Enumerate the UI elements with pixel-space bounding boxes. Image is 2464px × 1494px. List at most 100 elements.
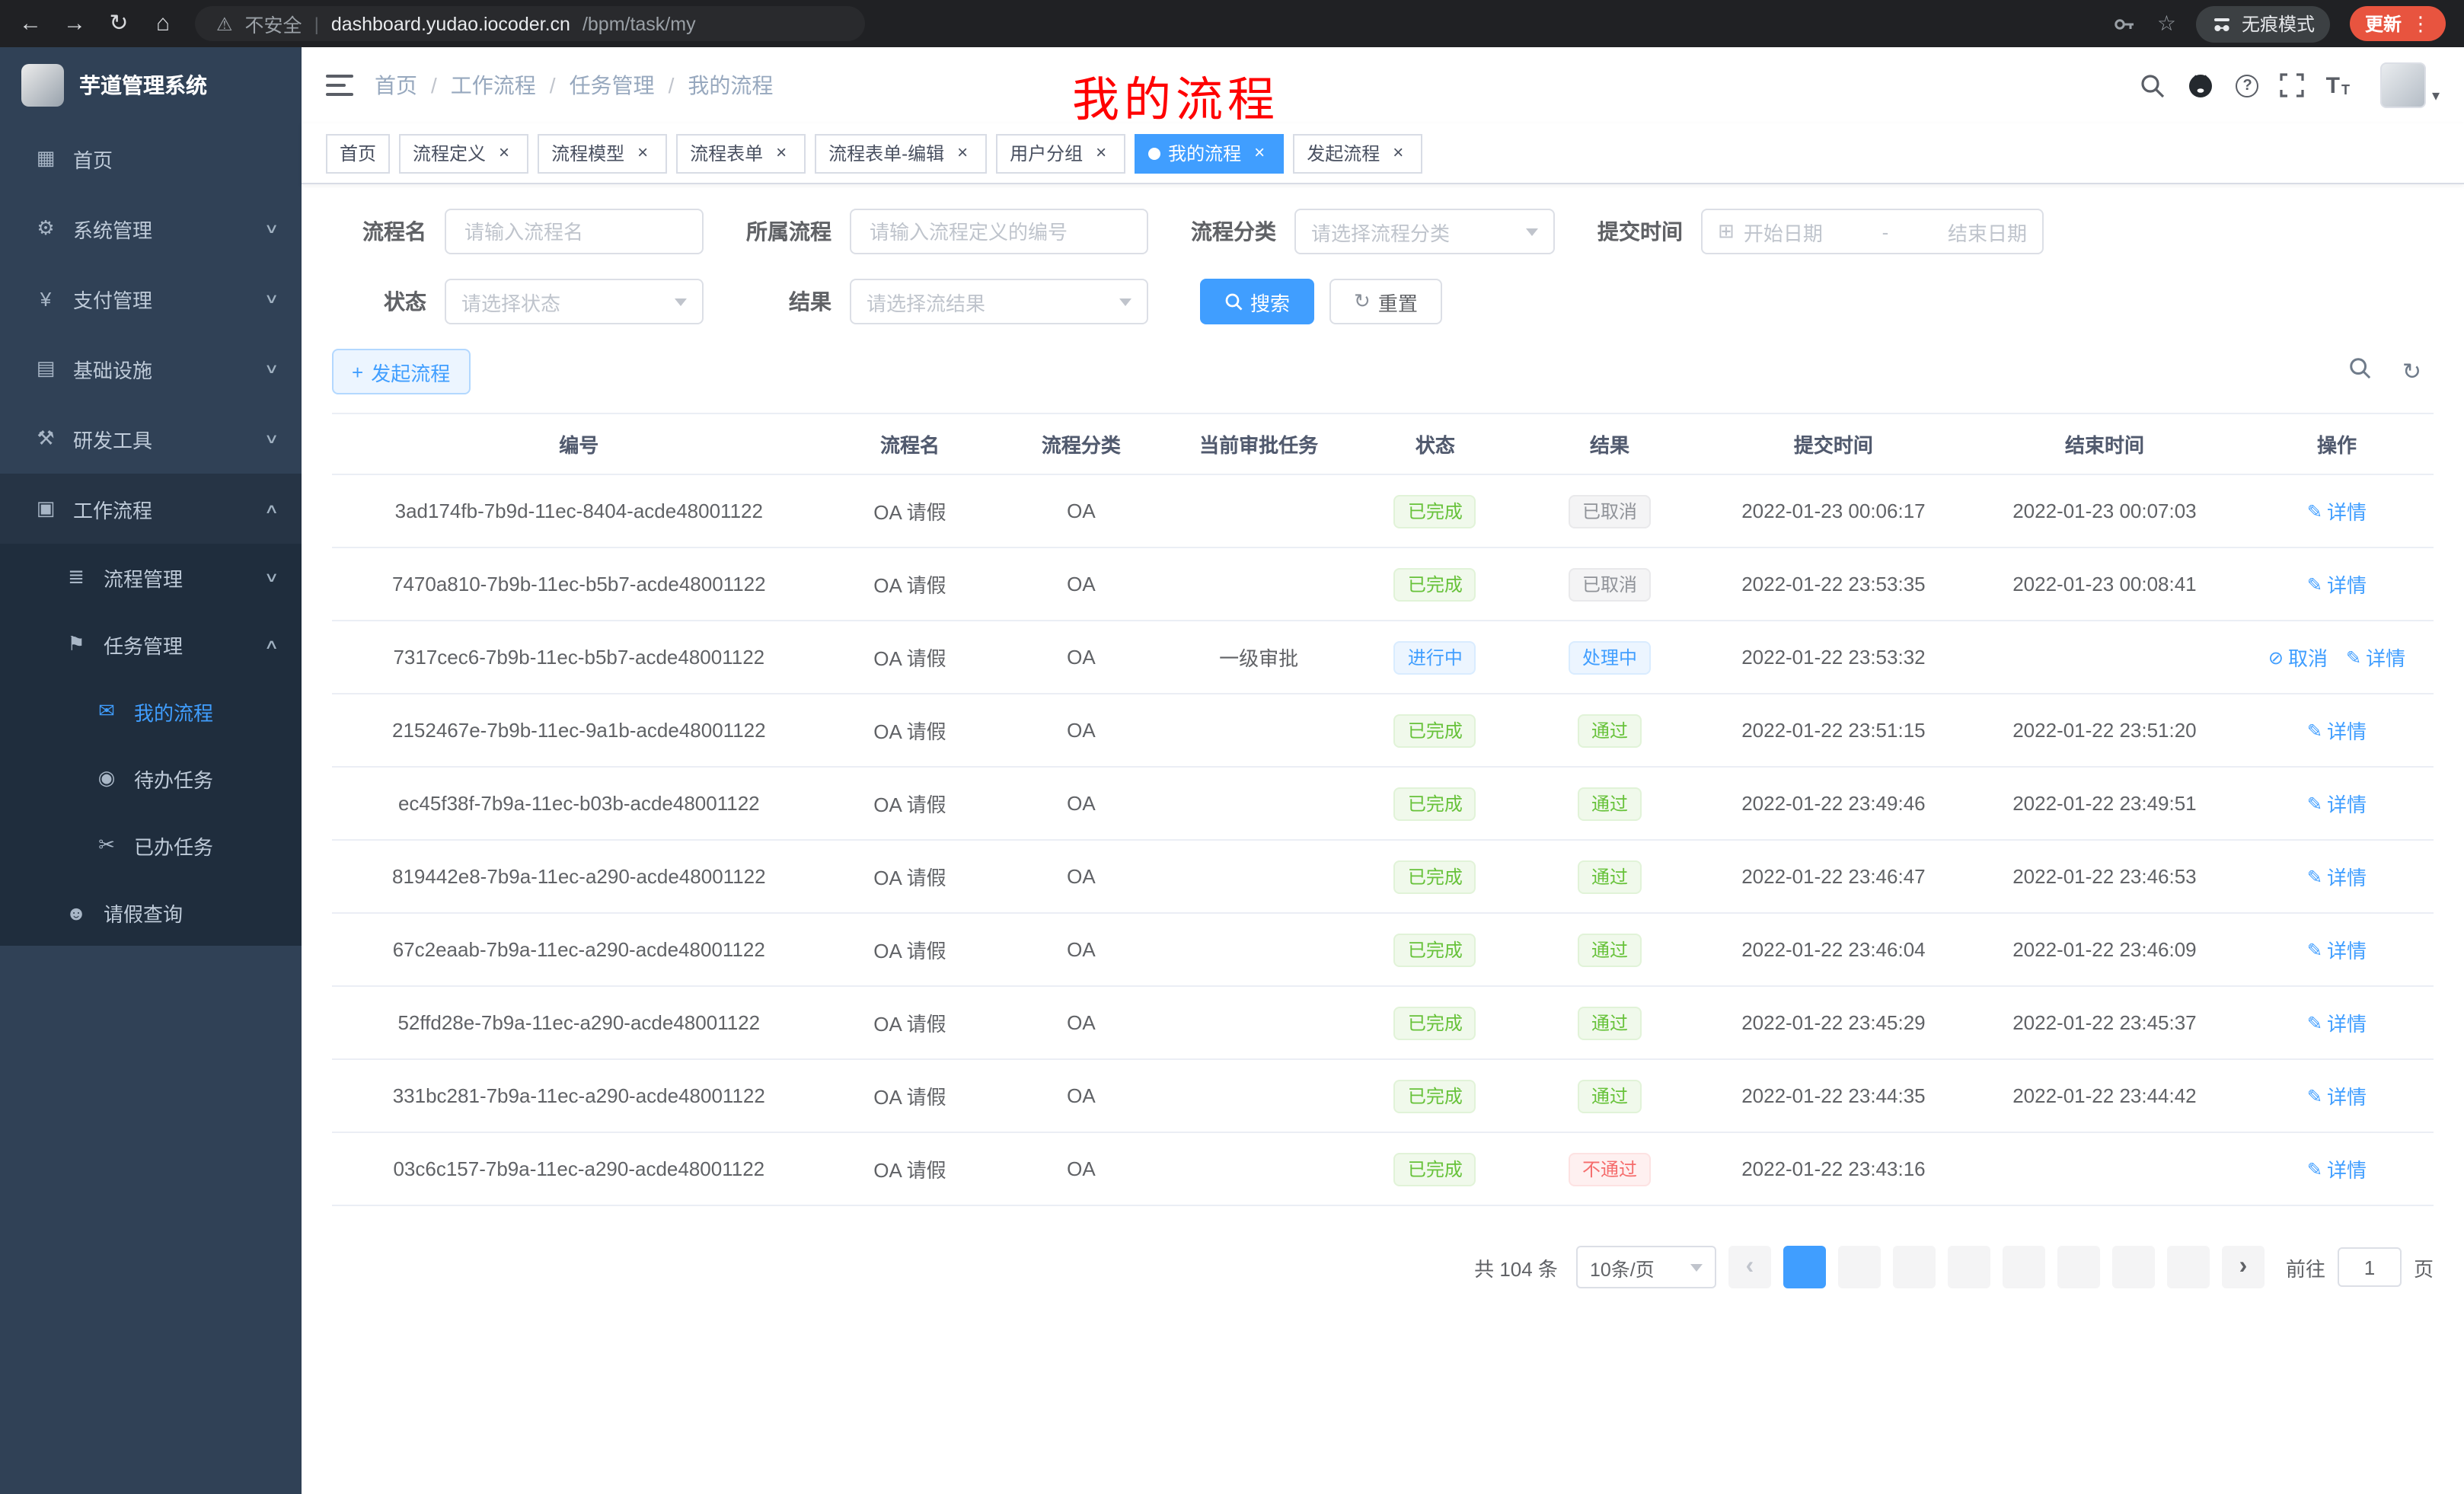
cell-result: 已取消 [1521, 547, 1698, 621]
process-name-input[interactable] [445, 209, 704, 254]
page-button[interactable] [1783, 1246, 1826, 1288]
browser-back-icon[interactable]: ← [18, 12, 43, 35]
cell-current-task[interactable]: 一级审批 [1168, 621, 1348, 694]
cell-name: OA 请假 [826, 621, 994, 694]
breadcrumb-item[interactable]: 首页 / [375, 70, 437, 101]
process-def-input[interactable] [850, 209, 1148, 254]
tab-home[interactable]: 首页 [326, 133, 390, 173]
tab-my-process[interactable]: 我的流程 × [1135, 133, 1284, 173]
more-pages-button[interactable] [2112, 1246, 2155, 1288]
help-icon[interactable]: ? [2236, 74, 2259, 97]
sidebar-item-payment[interactable]: ¥ 支付管理 ∨ [0, 263, 302, 334]
user-menu[interactable]: ▾ [2380, 62, 2440, 108]
page-button[interactable] [1893, 1246, 1936, 1288]
category-select[interactable]: 请选择流程分类 [1294, 209, 1555, 254]
search-toggle-icon[interactable] [2349, 356, 2372, 387]
cell-actions: ✎详情 [2240, 1132, 2434, 1205]
tabs-bar: 首页 流程定义 × 流程模型 × 流程表单 × 流程表单-编辑 × 用户分组 ×… [302, 123, 2464, 184]
breadcrumb-item[interactable]: 工作流程 / [451, 70, 556, 101]
search-button[interactable]: 搜索 [1200, 279, 1314, 324]
prev-page-button[interactable]: ‹ [1728, 1246, 1771, 1288]
sidebar-item-task-manage[interactable]: ⚑ 任务管理 ∧ [0, 611, 302, 678]
result-select[interactable]: 请选择流结果 [850, 279, 1148, 324]
close-icon[interactable]: × [1249, 142, 1270, 164]
sidebar-item-dev-tools[interactable]: ⚒ 研发工具 ∨ [0, 404, 302, 474]
search-icon[interactable] [2140, 72, 2166, 98]
refresh-table-icon[interactable]: ↻ [2402, 358, 2421, 385]
detail-link[interactable]: ✎详情 [2307, 716, 2367, 745]
close-icon[interactable]: × [493, 142, 515, 164]
page-button[interactable] [2057, 1246, 2100, 1288]
sidebar-item-workflow[interactable]: ▣ 工作流程 ∧ [0, 474, 302, 544]
tab-process-definition[interactable]: 流程定义 × [399, 133, 528, 173]
sidebar-toggle-icon[interactable] [326, 75, 353, 96]
chevron-down-icon: ∨ [265, 290, 280, 307]
detail-link[interactable]: ✎详情 [2346, 643, 2405, 672]
app-logo[interactable]: 芋道管理系统 [0, 47, 302, 123]
breadcrumb-item[interactable]: 我的流程 [688, 70, 773, 101]
detail-link[interactable]: ✎详情 [2307, 1154, 2367, 1183]
browser-forward-icon[interactable]: → [62, 12, 87, 35]
detail-link[interactable]: ✎详情 [2307, 570, 2367, 599]
browser-reload-icon[interactable]: ↻ [107, 12, 131, 35]
detail-link[interactable]: ✎详情 [2307, 862, 2367, 891]
sidebar-item-home[interactable]: ▦ 首页 [0, 123, 302, 193]
user-avatar[interactable] [2380, 62, 2426, 108]
menu-label: 支付管理 [73, 284, 152, 313]
close-icon[interactable]: × [952, 142, 973, 164]
sidebar-item-done-tasks[interactable]: ✂ 已办任务 [0, 812, 302, 879]
incognito-label: 无痕模式 [2242, 11, 2315, 37]
sidebar-item-my-process[interactable]: ✉ 我的流程 [0, 678, 302, 745]
browser-update-button[interactable]: 更新 ⋮ [2350, 6, 2446, 41]
page-button[interactable] [1838, 1246, 1881, 1288]
page-button[interactable] [2003, 1246, 2045, 1288]
goto-page-input[interactable] [2338, 1247, 2402, 1287]
status-select[interactable]: 请选择状态 [445, 279, 704, 324]
next-page-button[interactable]: › [2222, 1246, 2265, 1288]
filter-category: 流程分类 请选择流程分类 [1188, 209, 1555, 254]
tab-start-process[interactable]: 发起流程 × [1293, 133, 1422, 173]
sidebar-item-leave-query[interactable]: ☻ 请假查询 [0, 879, 302, 946]
tab-process-form-edit[interactable]: 流程表单-编辑 × [815, 133, 987, 173]
font-size-icon[interactable]: TT [2326, 74, 2350, 97]
process-table: 编号 流程名 流程分类 当前审批任务 状态 结果 提交时间 结束时间 操作 3a… [332, 413, 2434, 1206]
sidebar-item-infrastructure[interactable]: ▤ 基础设施 ∨ [0, 334, 302, 404]
fullscreen-icon[interactable] [2280, 73, 2305, 97]
breadcrumb-item[interactable]: 任务管理 / [570, 70, 675, 101]
page-button[interactable] [2167, 1246, 2210, 1288]
page-size-select[interactable]: 10条/页 [1576, 1246, 1716, 1288]
detail-link[interactable]: ✎详情 [2307, 1081, 2367, 1110]
tab-user-group[interactable]: 用户分组 × [996, 133, 1125, 173]
password-key-icon[interactable] [2113, 11, 2137, 36]
edit-icon: ✎ [2307, 500, 2322, 522]
cell-result: 通过 [1521, 840, 1698, 913]
reset-button[interactable]: ↻ 重置 [1329, 279, 1442, 324]
home-icon: ▦ [30, 146, 61, 171]
bookmark-star-icon[interactable]: ☆ [2157, 11, 2176, 37]
sidebar-item-todo-tasks[interactable]: ◉ 待办任务 [0, 745, 302, 812]
detail-link[interactable]: ✎详情 [2307, 935, 2367, 964]
cell-name: OA 请假 [826, 1132, 994, 1205]
close-icon[interactable]: × [1387, 142, 1409, 164]
address-bar[interactable]: ⚠ 不安全 | dashboard.yudao.iocoder.cn/bpm/t… [195, 6, 865, 41]
plus-icon: + [352, 360, 363, 383]
sidebar-item-process-manage[interactable]: ≣ 流程管理 ∨ [0, 544, 302, 611]
close-icon[interactable]: × [1090, 142, 1112, 164]
create-process-button[interactable]: + 发起流程 [332, 349, 470, 394]
browser-home-icon[interactable]: ⌂ [151, 12, 175, 35]
date-range-picker[interactable]: ⊞ 开始日期 - 结束日期 [1701, 209, 2044, 254]
tab-process-model[interactable]: 流程模型 × [538, 133, 667, 173]
close-icon[interactable]: × [771, 142, 792, 164]
detail-link[interactable]: ✎详情 [2307, 496, 2367, 525]
close-icon[interactable]: × [632, 142, 653, 164]
sidebar-item-system[interactable]: ⚙ 系统管理 ∨ [0, 193, 302, 263]
tab-process-form[interactable]: 流程表单 × [676, 133, 806, 173]
cell-end-time [1969, 1132, 2240, 1205]
detail-link[interactable]: ✎详情 [2307, 789, 2367, 818]
browser-menu-icon[interactable]: ⋮ [2411, 11, 2430, 36]
filter-process-name: 流程名 [332, 209, 704, 254]
cancel-link[interactable]: ⊘取消 [2268, 643, 2328, 672]
github-icon[interactable] [2188, 72, 2215, 99]
page-button[interactable] [1948, 1246, 1990, 1288]
detail-link[interactable]: ✎详情 [2307, 1008, 2367, 1037]
